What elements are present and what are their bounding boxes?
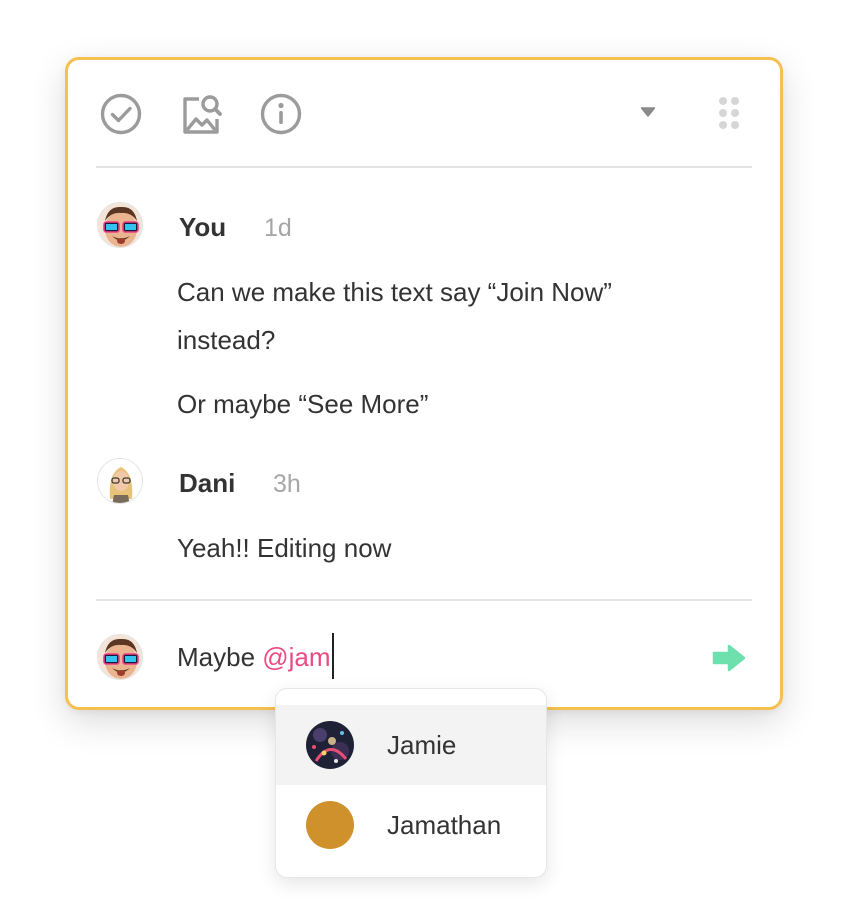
bitmoji-avatar-dani-icon bbox=[98, 459, 142, 503]
caret-down-icon[interactable] bbox=[640, 106, 656, 118]
send-arrow-icon[interactable] bbox=[712, 644, 746, 672]
comment-input[interactable]: Maybe @jam bbox=[177, 633, 334, 682]
comment-time: 3h bbox=[273, 470, 301, 498]
comment-time: 1d bbox=[264, 214, 292, 242]
avatar-you bbox=[97, 202, 143, 248]
bitmoji-avatar-you-icon bbox=[98, 635, 142, 679]
photo-avatar-jamie-icon bbox=[306, 721, 354, 769]
mention-suggestions-dropdown: Jamie Jamathan bbox=[275, 688, 547, 878]
image-search-icon[interactable] bbox=[179, 92, 225, 138]
avatar-jamathan bbox=[306, 801, 354, 849]
toolbar-divider bbox=[96, 166, 752, 168]
avatar-dani bbox=[97, 458, 143, 504]
comment-message: Or maybe “See More” bbox=[177, 389, 429, 419]
avatar-you-composer bbox=[97, 634, 143, 680]
comment-thread-panel: You 1d Can we make this text say “Join N… bbox=[65, 57, 783, 710]
comment-author: You bbox=[179, 212, 227, 242]
mention-option-label: Jamie bbox=[387, 730, 457, 760]
info-icon[interactable] bbox=[259, 92, 303, 136]
text-caret bbox=[331, 633, 334, 680]
comment-message: Yeah!! Editing now bbox=[177, 533, 392, 563]
bitmoji-avatar-you-icon bbox=[98, 203, 142, 247]
mention-option-label: Jamathan bbox=[387, 810, 502, 840]
resolve-check-icon[interactable] bbox=[99, 92, 143, 136]
comment-author: Dani bbox=[179, 468, 236, 498]
comment-message: Can we make this text say “Join Now” ins… bbox=[177, 277, 612, 355]
composer-text: Maybe bbox=[177, 642, 263, 672]
drag-handle-icon[interactable] bbox=[718, 96, 740, 130]
composer-divider bbox=[96, 599, 752, 601]
composer-mention: @jam bbox=[262, 642, 331, 672]
mention-option-jamathan[interactable]: Jamathan bbox=[276, 785, 546, 865]
mention-option-jamie[interactable]: Jamie bbox=[276, 705, 546, 785]
